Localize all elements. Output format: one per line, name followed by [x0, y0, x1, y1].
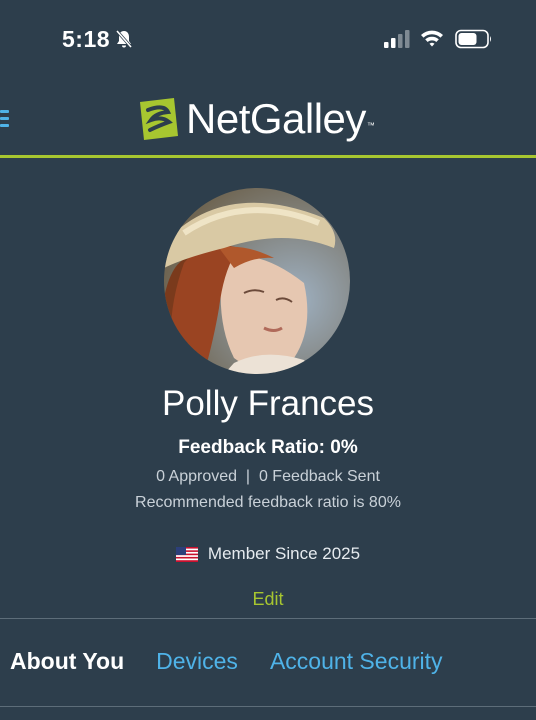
avatar — [164, 188, 350, 374]
member-since-label: Member Since 2025 — [207, 544, 361, 563]
us-flag-icon — [175, 546, 198, 562]
edit-profile-link[interactable]: Edit — [0, 589, 536, 610]
recommended-ratio-note: Recommended feedback ratio is 80% — [135, 494, 401, 511]
tabs-divider-top — [0, 618, 536, 619]
tab-devices[interactable]: Devices — [156, 648, 238, 675]
approved-feedback-counts: 0 Approved | 0 Feedback Sent — [156, 468, 380, 485]
header-divider — [0, 155, 536, 158]
member-since-row: Member Since 2025 — [0, 544, 536, 564]
signal-icon — [384, 30, 410, 48]
hamburger-menu-icon[interactable] — [0, 110, 12, 130]
battery-icon — [455, 29, 491, 49]
netgalley-logo-icon — [140, 98, 178, 140]
profile-name: Polly Frances — [161, 384, 375, 423]
logo-trademark: ™ — [366, 120, 375, 130]
feedback-ratio: Feedback Ratio: 0% — [178, 437, 358, 458]
status-time: 5:18 — [62, 26, 111, 52]
tabs-divider-bottom — [0, 706, 536, 707]
bell-slash-icon — [115, 30, 133, 48]
profile-tabs: About You Devices Account Security — [10, 648, 475, 675]
status-bar: 5:18 — [0, 0, 536, 80]
tab-account-security[interactable]: Account Security — [270, 648, 443, 675]
app-header: NetGalley ™ — [0, 80, 536, 158]
tab-about-you[interactable]: About You — [10, 648, 124, 675]
logo-text: NetGalley — [186, 95, 366, 142]
netgalley-logo[interactable]: NetGalley ™ — [138, 93, 375, 145]
wifi-icon — [421, 30, 443, 47]
